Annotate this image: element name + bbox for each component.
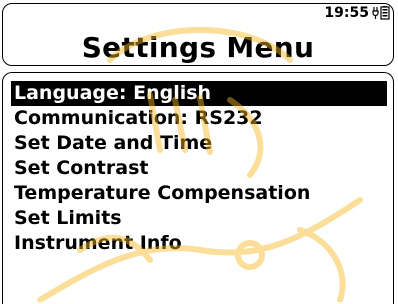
page-title: Settings Menu <box>81 31 315 64</box>
menu-item-contrast[interactable]: Set Contrast <box>11 156 393 181</box>
menu-panel: Language: English Communication: RS232 S… <box>2 72 394 304</box>
clock: 19:55 <box>324 5 369 21</box>
header-panel: 19:55 Settings Menu <box>2 3 394 66</box>
battery-charging-icon <box>372 6 390 20</box>
menu-item-temperature-compensation[interactable]: Temperature Compensation <box>11 181 393 206</box>
menu-item-date-time[interactable]: Set Date and Time <box>11 131 393 156</box>
menu-item-limits[interactable]: Set Limits <box>11 206 393 231</box>
menu-item-language[interactable]: Language: English <box>11 81 387 106</box>
settings-menu-list: Language: English Communication: RS232 S… <box>11 81 393 256</box>
menu-item-instrument-info[interactable]: Instrument Info <box>11 231 393 256</box>
menu-item-communication[interactable]: Communication: RS232 <box>11 106 393 131</box>
